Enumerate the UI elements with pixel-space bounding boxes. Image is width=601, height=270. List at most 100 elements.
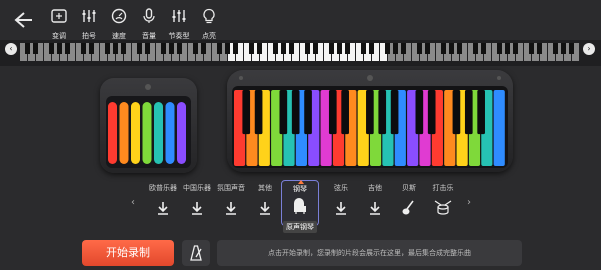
rainbow-black-key — [366, 90, 374, 135]
rainbow-black-key — [304, 90, 312, 135]
recording-hint: 点击开始录制，您录制的片段会展示在这里，最后集合成完整乐曲 — [217, 240, 522, 266]
rainbow-black-key — [477, 90, 485, 135]
instrument-next-button[interactable]: › — [464, 180, 474, 226]
rhythm-button[interactable]: 节奏型 — [164, 8, 194, 41]
rainbow-black-key — [464, 90, 473, 135]
instrument-item-selected[interactable]: 钢琴 原声钢琴 — [281, 180, 319, 233]
rainbow-black-key — [341, 90, 349, 135]
time-signature-button[interactable]: 拍号 — [74, 8, 104, 41]
strip-right-arrow[interactable]: › — [583, 43, 595, 55]
rainbow-black-key — [390, 90, 399, 135]
mini-black-key — [305, 43, 310, 54]
back-arrow-icon[interactable] — [12, 10, 34, 30]
mini-black-key — [289, 43, 294, 54]
download-icon — [226, 202, 236, 215]
rainbow-black-key — [279, 90, 288, 135]
mini-black-key — [89, 43, 94, 54]
mini-black-key — [441, 43, 446, 54]
instrument-name: 氛围声音 — [217, 184, 245, 192]
rainbow-white-key — [493, 90, 505, 166]
drum-pad — [154, 102, 163, 164]
mini-black-key — [57, 43, 62, 54]
bass-icon — [402, 200, 414, 215]
instrument-subname: 原声钢琴 — [283, 221, 317, 233]
mini-black-key — [385, 43, 390, 54]
tempo-button[interactable]: 速度 — [104, 8, 134, 41]
download-icon — [336, 202, 346, 215]
mini-black-key — [201, 43, 206, 54]
rainbow-black-key — [415, 90, 424, 135]
drum-pad — [131, 102, 140, 164]
mini-black-key — [113, 43, 118, 54]
instrument-item[interactable]: 欧普乐器 — [144, 180, 182, 226]
mini-black-key — [169, 43, 174, 54]
rainbow-black-key — [378, 90, 387, 135]
instrument-name: 贝斯 — [402, 184, 416, 192]
light-button[interactable]: 点亮 — [194, 8, 224, 41]
mini-black-key — [481, 43, 486, 54]
instrument-item[interactable]: 吉他 — [356, 180, 394, 226]
mini-black-key — [81, 43, 86, 54]
instrument-name: 弦乐 — [334, 184, 348, 192]
mini-black-key — [497, 43, 502, 54]
instrument-item[interactable]: 打击乐 — [424, 180, 462, 226]
rainbow-black-key — [242, 90, 251, 135]
drum-pad — [108, 102, 117, 164]
mini-black-key — [121, 43, 126, 54]
mini-black-key — [273, 43, 278, 54]
mini-black-key — [65, 43, 70, 54]
strip-left-arrow[interactable]: ‹ — [5, 43, 17, 55]
mini-black-key — [193, 43, 198, 54]
tempo-icon — [111, 8, 127, 24]
instrument-item[interactable]: 中国乐器 — [178, 180, 216, 226]
download-icon — [192, 202, 202, 215]
transpose-button[interactable]: 变调 — [44, 8, 74, 41]
drum-pad — [177, 102, 186, 164]
mini-black-key — [561, 43, 566, 54]
drum-pad-device — [100, 78, 197, 173]
mini-black-key — [225, 43, 230, 54]
instrument-name: 钢琴 — [293, 185, 307, 193]
instrument-name: 其他 — [258, 184, 272, 192]
mini-black-key — [257, 43, 262, 54]
mini-black-key — [33, 43, 38, 54]
keyboard-range-strip[interactable]: ‹ › — [0, 40, 601, 66]
mini-black-key — [49, 43, 54, 54]
instrument-item[interactable]: 弦乐 — [322, 180, 360, 226]
keyboard-device — [227, 70, 513, 172]
rainbow-black-key — [254, 90, 263, 135]
volume-button[interactable]: 音量 — [134, 8, 164, 41]
mini-black-key — [513, 43, 518, 54]
drum-pad — [142, 102, 152, 164]
instrument-item[interactable]: 其他 — [246, 180, 284, 226]
mini-black-key — [417, 43, 422, 54]
mini-black-key — [425, 43, 430, 54]
mini-black-key — [537, 43, 542, 54]
metronome-button[interactable] — [182, 240, 210, 266]
start-recording-button[interactable]: 开始录制 — [82, 240, 174, 266]
mini-black-key — [233, 43, 238, 54]
mini-black-key — [393, 43, 398, 54]
mini-black-key — [505, 43, 510, 54]
mini-black-key — [105, 43, 110, 54]
instrument-item[interactable]: 贝斯 — [390, 180, 428, 226]
mini-black-key — [401, 43, 406, 54]
instrument-item[interactable]: 氛围声音 — [212, 180, 250, 226]
mini-black-key — [345, 43, 350, 54]
mini-keyboard[interactable] — [20, 43, 580, 61]
mini-black-key — [25, 43, 30, 54]
selected-indicator-icon — [298, 180, 304, 184]
mini-black-key — [329, 43, 334, 54]
rainbow-black-key — [452, 90, 461, 135]
rhythm-icon — [172, 10, 186, 22]
mini-black-key — [249, 43, 254, 54]
rainbow-black-key — [427, 90, 436, 135]
rainbow-keyboard-graphic — [232, 75, 508, 168]
instrument-prev-button[interactable]: ‹ — [128, 180, 138, 226]
mini-black-key — [313, 43, 318, 54]
mini-black-key — [457, 43, 462, 54]
instrument-name: 欧普乐器 — [149, 184, 177, 192]
mini-black-key — [449, 43, 454, 54]
mini-black-key — [281, 43, 286, 54]
drum-pad-graphic — [106, 84, 191, 168]
